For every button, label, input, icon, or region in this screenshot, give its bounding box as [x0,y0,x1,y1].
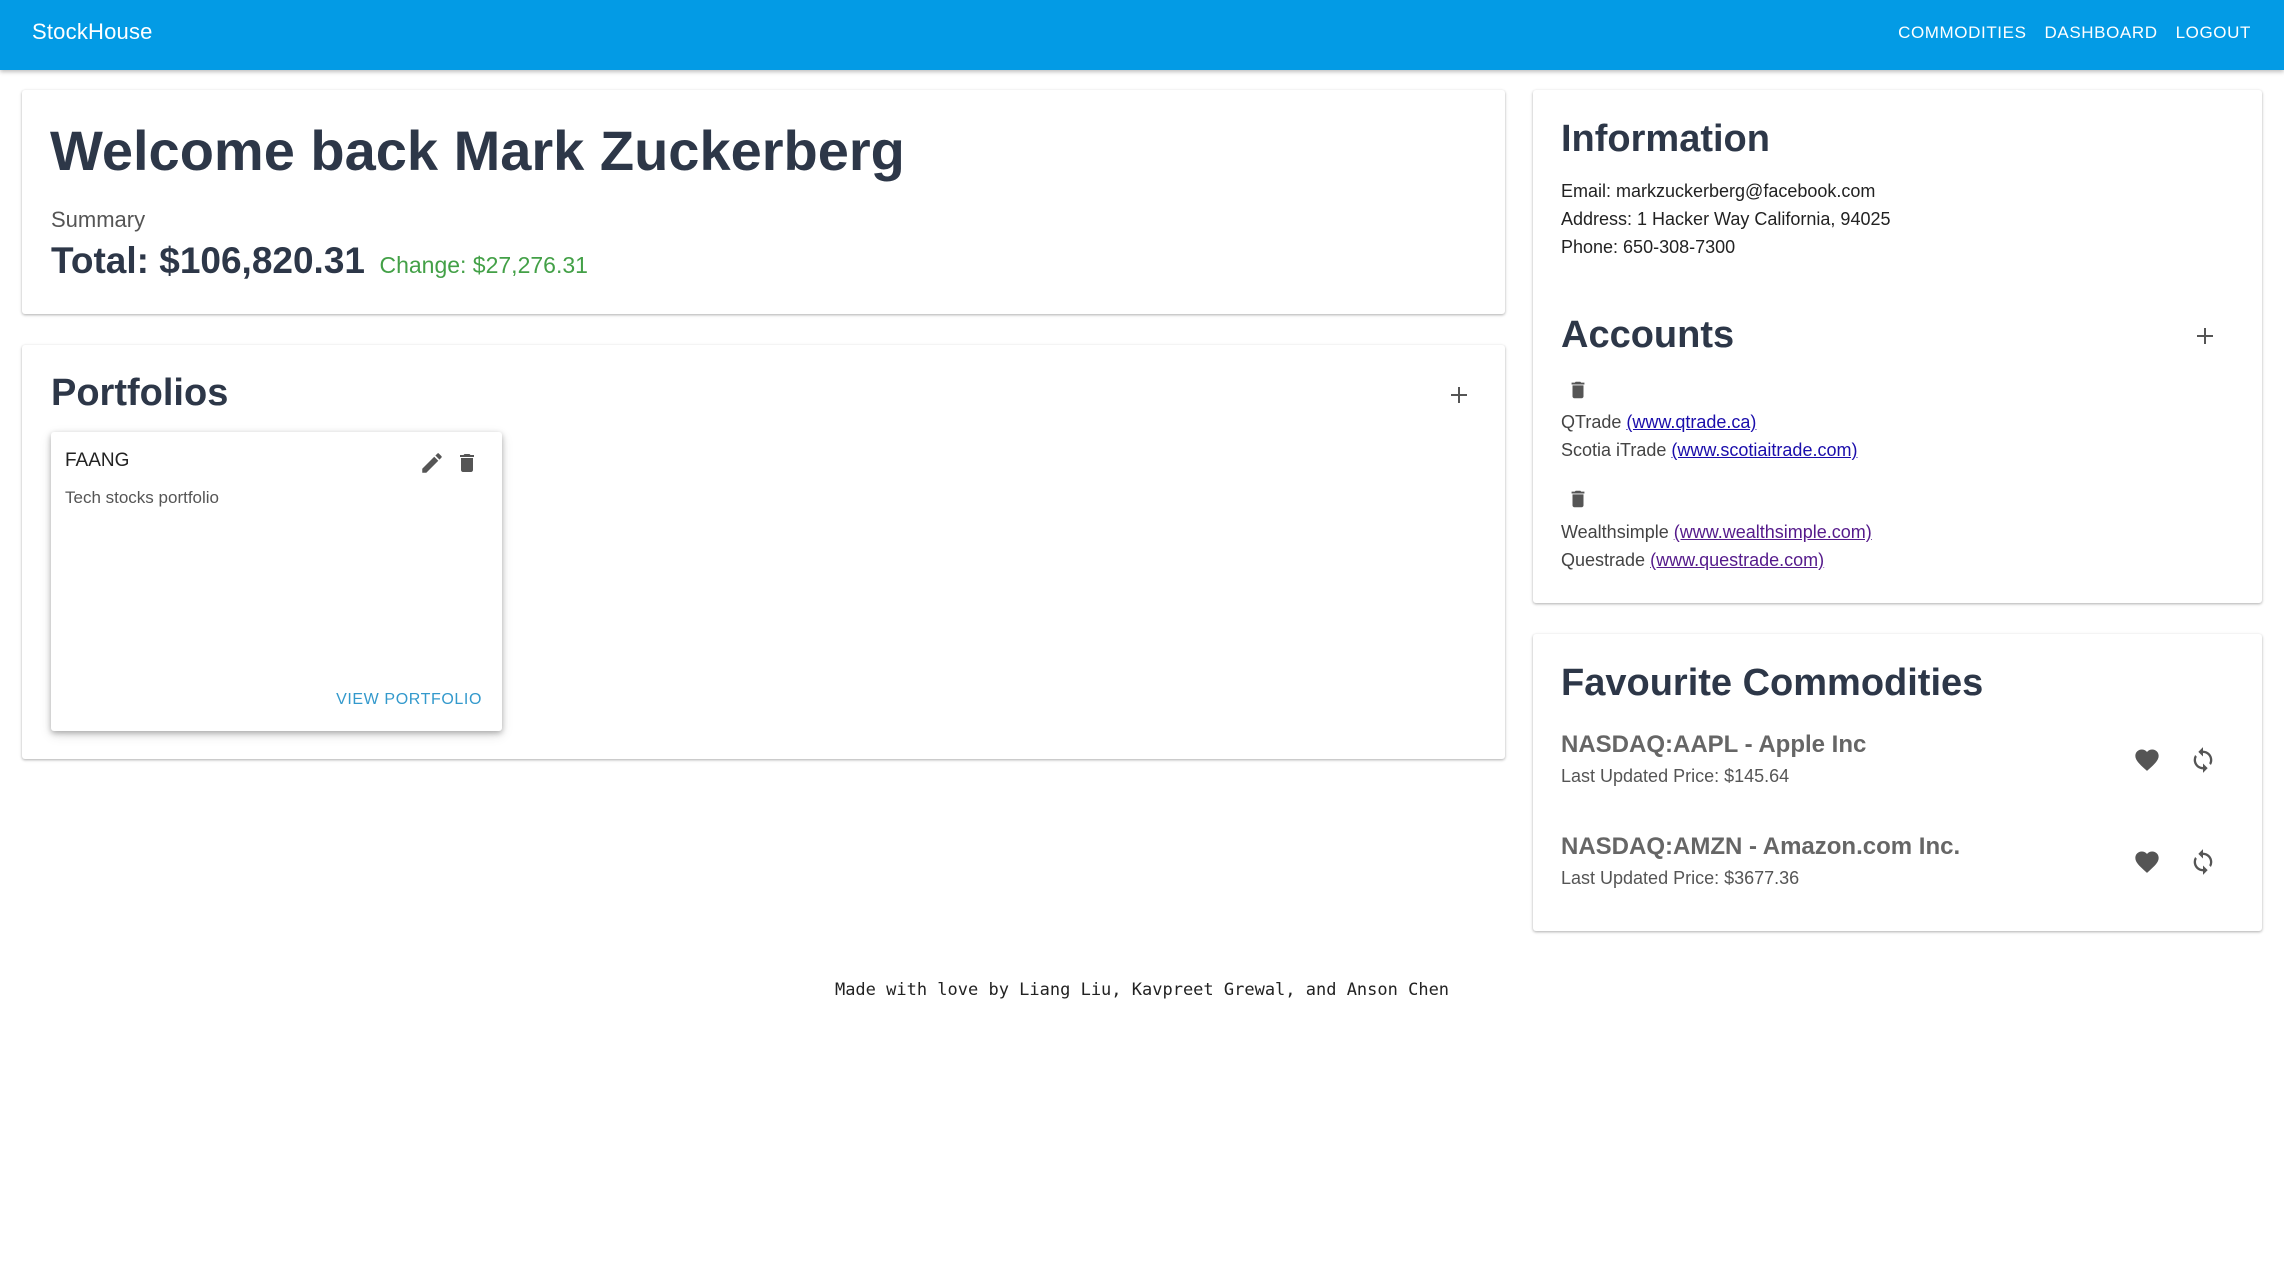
account-item: Questrade (www.questrade.com) [1561,550,1824,571]
refresh-icon [2193,747,2213,773]
email-text: Email: markzuckerberg@facebook.com [1561,181,1876,201]
delete-portfolio-button[interactable] [455,450,479,476]
account-item: Scotia iTrade (www.scotiaitrade.com) [1561,440,1857,461]
portfolios-title: Portfolios [51,372,229,414]
portfolio-description: Tech stocks portfolio [65,488,220,507]
commodity-symbol[interactable]: NASDAQ:AMZN - Amazon.com Inc. [1561,833,1960,861]
portfolio-name: FAANG [65,450,130,471]
accounts-title: Accounts [1561,314,1735,356]
heart-icon [2135,749,2159,771]
account-link[interactable]: (www.qtrade.ca) [1626,412,1756,432]
total-line: Total: $106,820.31 Change: $27,276.31 [51,240,588,282]
nav-commodities[interactable]: COMMODITIES [1898,23,2026,43]
trash-icon [460,454,474,472]
heart-icon [2135,851,2159,873]
change-value: Change: $27,276.31 [379,252,588,278]
top-nav: COMMODITIES DASHBOARD LOGOUT [1898,23,2251,43]
pencil-icon [422,453,442,473]
total-value: Total: $106,820.31 [51,240,365,281]
brand-logo[interactable]: StockHouse [32,19,153,45]
refresh-icon [2193,849,2213,875]
portfolio-card-faang: FAANG Tech stocks portfolio VIEW PORTFOL… [51,432,502,731]
refresh-button[interactable] [2189,746,2217,774]
trash-icon [1571,381,1585,399]
address-text: Address: 1 Hacker Way California, 94025 [1561,209,1891,229]
portfolios-card: Portfolios FAANG Tech stocks portfolio V… [22,345,1505,759]
information-card: Information Email: markzuckerberg@facebo… [1533,90,2262,603]
nav-logout[interactable]: LOGOUT [2176,23,2251,43]
favourite-commodities-card: Favourite Commodities NASDAQ:AAPL - Appl… [1533,634,2262,931]
refresh-button[interactable] [2189,848,2217,876]
account-item: QTrade (www.qtrade.ca) [1561,412,1756,433]
add-account-button[interactable] [2188,319,2222,353]
favourites-title: Favourite Commodities [1561,662,1984,704]
information-title: Information [1561,118,1770,160]
add-portfolio-button[interactable] [1442,378,1476,412]
app-bar: StockHouse COMMODITIES DASHBOARD LOGOUT [0,0,2284,70]
delete-account-group-button[interactable] [1567,378,1589,402]
page-title: Welcome back Mark Zuckerberg [50,119,905,182]
commodity-price: Last Updated Price: $3677.36 [1561,868,1800,888]
phone-text: Phone: 650-308-7300 [1561,237,1736,257]
account-name: Questrade [1561,550,1646,570]
welcome-card: Welcome back Mark Zuckerberg Summary Tot… [22,90,1505,314]
account-item: Wealthsimple (www.wealthsimple.com) [1561,522,1872,543]
delete-account-group-button[interactable] [1567,487,1589,511]
trash-icon [1571,490,1585,508]
view-portfolio-button[interactable]: VIEW PORTFOLIO [336,691,482,709]
footer-credits: Made with love by Liang Liu, Kavpreet Gr… [834,980,1450,1000]
favourite-button[interactable] [2133,746,2161,774]
account-link[interactable]: (www.questrade.com) [1650,550,1824,570]
account-link[interactable]: (www.wealthsimple.com) [1674,522,1872,542]
account-name: Scotia iTrade [1561,440,1667,460]
nav-dashboard[interactable]: DASHBOARD [2045,23,2158,43]
summary-label: Summary [51,207,146,232]
account-name: Wealthsimple [1561,522,1669,542]
commodity-price: Last Updated Price: $145.64 [1561,766,1790,786]
edit-portfolio-button[interactable] [419,450,445,476]
account-name: QTrade [1561,412,1622,432]
commodity-symbol[interactable]: NASDAQ:AAPL - Apple Inc [1561,731,1866,759]
favourite-button[interactable] [2133,848,2161,876]
account-link[interactable]: (www.scotiaitrade.com) [1671,440,1857,460]
